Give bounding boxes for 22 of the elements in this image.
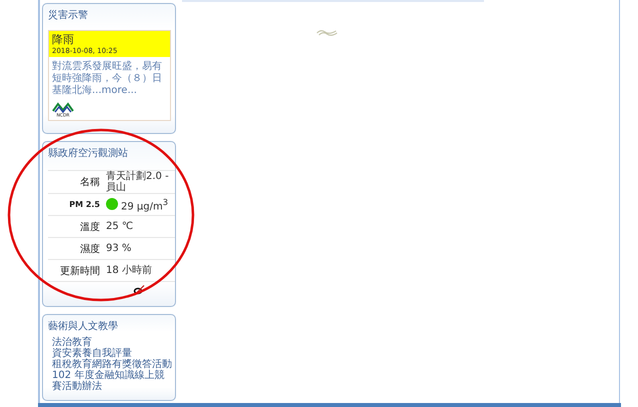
sidebar-link[interactable]: 法治教育 <box>52 337 173 348</box>
field-value: 93 % <box>106 243 132 254</box>
field-value: 青天計劃2.0 - 員山 <box>106 171 170 193</box>
panel-title: 災害示警 <box>47 8 89 23</box>
panel-title: 藝術與人文教學 <box>47 320 119 334</box>
alert-headline: 降雨 <box>52 33 75 47</box>
panel-title: 縣政府空污觀測站 <box>47 146 129 161</box>
slashed-pen-icon[interactable] <box>133 285 145 295</box>
field-label: 名稱 <box>79 176 100 189</box>
sidebar-link[interactable]: 資安素養自我評量 <box>52 348 173 359</box>
field-label: 濕度 <box>79 242 100 256</box>
wave-icon <box>316 28 338 37</box>
field-label: PM 2.5 <box>68 200 100 209</box>
field-value: 18 小時前 <box>106 265 153 276</box>
field-label: 溫度 <box>79 220 100 234</box>
field-label: 更新時間 <box>59 264 100 278</box>
field-value: 25 ℃ <box>106 221 134 232</box>
sidebar-link[interactable]: 102 年度金融知識線上競賽活動辦法 <box>52 370 173 392</box>
alert-summary: 對流雲系發展旺盛，易有短時強降雨，今（８）日基隆北海...more... <box>51 60 163 98</box>
sidebar-link[interactable]: 租稅教育網路有獎徵答活動 <box>52 359 173 370</box>
more-link[interactable]: ...more... <box>92 85 137 96</box>
field-value: 29 μg/m$^{3}$ <box>121 196 170 212</box>
